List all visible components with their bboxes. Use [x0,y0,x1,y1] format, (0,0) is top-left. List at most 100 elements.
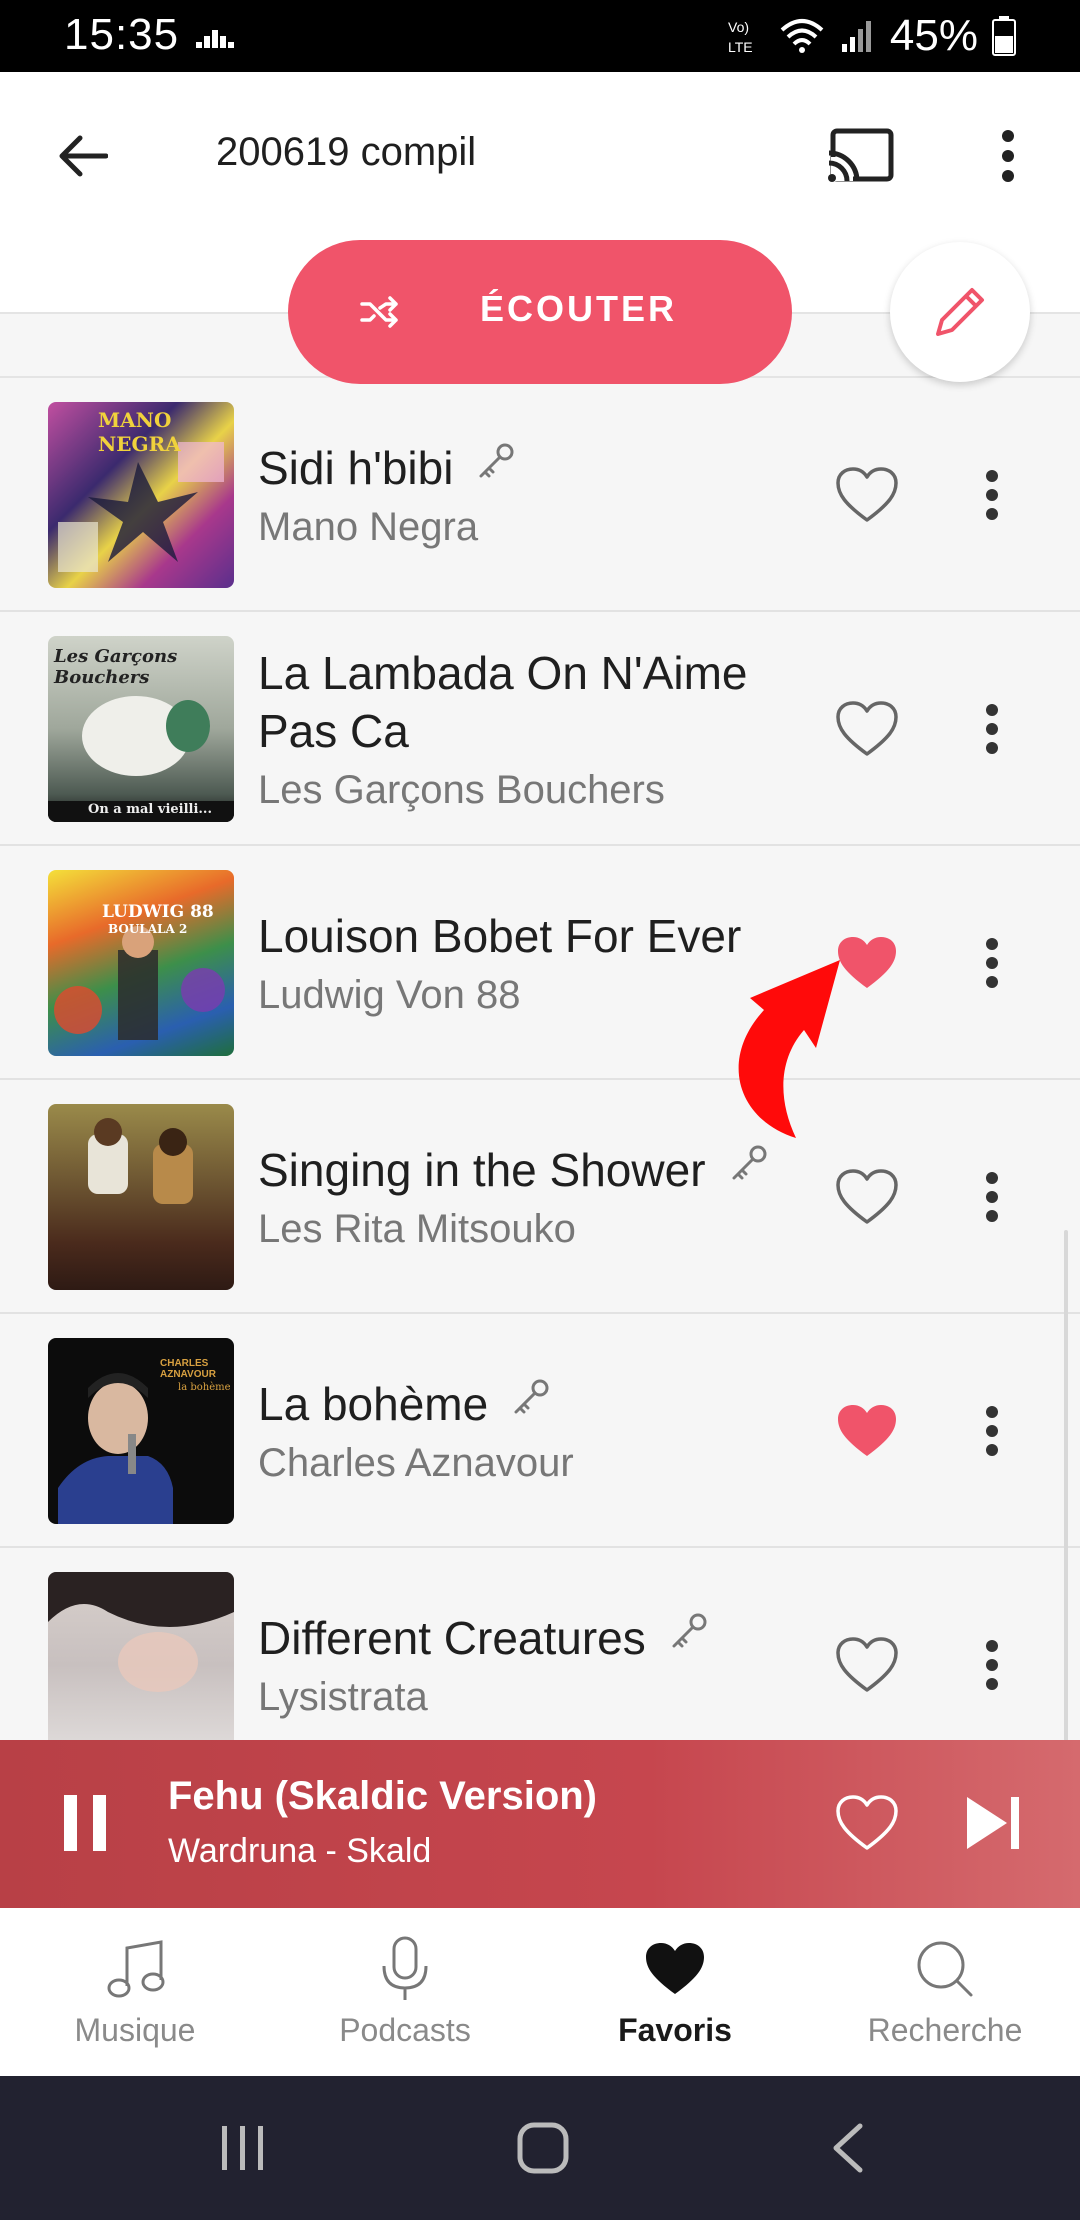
track-list: MANO NEGRA Sidi h'bibi Mano Negra Les Ga… [0,376,1080,1740]
status-icons: Vo) LTE 45% [726,10,1016,62]
track-more-button[interactable] [972,1396,1012,1466]
album-cover [48,1572,234,1740]
list-item[interactable]: Different Creatures Lysistrata [0,1548,1080,1740]
key-icon [672,1613,707,1647]
track-artist: Les Rita Mitsouko [258,1206,576,1251]
track-title: Singing in the Shower [258,1143,706,1196]
cover-subtext: la bohème [178,1382,231,1393]
nav-label: Favoris [618,2012,732,2048]
track-title: La Lambada On N'Aime Pas Ca [258,646,748,757]
heart-outline-icon [836,467,898,522]
nav-item-favorites[interactable]: Favoris [540,1908,810,2076]
now-playing-title: Fehu (Skaldic Version) [168,1774,598,1818]
favorite-button[interactable] [832,1164,902,1230]
cover-text: LUDWIG 88 [102,902,214,922]
signal-icon [841,21,871,52]
skip-next-button[interactable] [962,1792,1024,1854]
heart-outline-icon [836,1637,898,1692]
track-more-button[interactable] [972,694,1012,764]
system-back-button[interactable] [812,2116,882,2180]
battery-icon [992,16,1016,56]
list-item[interactable]: LUDWIG 88 BOULALA 2 Louison Bobet For Ev… [0,846,1080,1080]
system-navigation-bar [0,2076,1080,2220]
cover-art-pattern [88,1118,193,1204]
track-title: La bohème [258,1377,489,1430]
music-note-icon [107,1940,165,1998]
favorite-button[interactable] [832,462,902,528]
status-time: 15:35 [64,10,180,59]
nav-item-podcasts[interactable]: Podcasts [270,1908,540,2076]
track-info: Sidi h'bibi Mano Negra [258,378,818,610]
home-button[interactable] [508,2116,578,2180]
track-info: La Lambada On N'Aime Pas Ca Les Garçons … [258,612,818,844]
page-title: 200619 compil [216,130,477,174]
chevron-left-icon [833,2123,863,2173]
key-icon [479,443,514,477]
mini-player[interactable]: Fehu (Skaldic Version) Wardruna - Skald [0,1740,1080,1908]
listen-shuffle-button[interactable]: ÉCOUTER [288,240,792,384]
status-bar: 15:35 Vo) LTE 45% [0,0,1080,72]
now-playing-subtitle: Wardruna - Skald [168,1832,432,1870]
track-more-button[interactable] [972,460,1012,530]
more-vertical-icon [986,1172,998,1222]
recent-apps-button[interactable] [208,2116,278,2180]
favorite-button[interactable] [832,1398,902,1464]
track-artist: Mano Negra [258,504,479,549]
shuffle-icon [360,296,398,328]
wifi-icon [780,19,824,53]
track-artist: Charles Aznavour [258,1440,574,1485]
volte-icon: Vo) LTE [728,19,753,55]
scrollbar[interactable] [1064,1230,1068,1750]
list-item[interactable]: MANO NEGRA Sidi h'bibi Mano Negra [0,378,1080,612]
cover-text: MANO NEGRA [98,408,181,456]
annotation-arrow-icon [738,960,840,1138]
pause-button[interactable] [60,1790,110,1856]
nav-item-music[interactable]: Musique [0,1908,270,2076]
pause-icon [64,1795,106,1851]
favorite-button[interactable] [832,696,902,762]
search-icon [917,1941,973,1997]
heart-outline-icon [836,1169,898,1224]
track-info: Different Creatures Lysistrata [258,1548,818,1740]
favorite-button[interactable] [832,1632,902,1698]
edit-playlist-button[interactable] [890,242,1030,382]
heart-filled-icon [838,1405,896,1456]
sound-equalizer-icon [196,30,234,48]
more-options-button[interactable] [980,120,1036,192]
heart-outline-icon [836,701,898,756]
track-more-button[interactable] [972,928,1012,998]
list-item[interactable]: CHARLES AZNAVOUR la bohème La bohème Cha… [0,1314,1080,1548]
track-more-button[interactable] [972,1162,1012,1232]
more-vertical-icon [986,938,998,988]
cover-art-pattern [48,1572,234,1692]
back-arrow-icon [59,135,108,177]
list-item[interactable]: Les Garçons Bouchers On a mal vieilli...… [0,612,1080,846]
nav-item-search[interactable]: Recherche [810,1908,1080,2076]
home-icon [517,2122,569,2174]
track-info: La bohème Charles Aznavour [258,1314,818,1546]
heart-outline-icon [836,1795,898,1850]
back-button[interactable] [48,122,116,190]
cover-text: CHARLES AZNAVOUR [160,1358,216,1380]
track-more-button[interactable] [972,1630,1012,1700]
track-title: Different Creatures [258,1611,646,1664]
nav-label: Podcasts [339,2012,471,2048]
listen-label: ÉCOUTER [480,288,678,329]
cast-button[interactable] [822,120,898,192]
more-vertical-icon [1002,130,1014,182]
track-artist: Les Garçons Bouchers [258,767,665,812]
more-vertical-icon [986,470,998,520]
more-vertical-icon [986,704,998,754]
cast-icon [828,128,894,182]
list-item[interactable]: Singing in the Shower Les Rita Mitsouko [0,1080,1080,1314]
cover-text: Les Garçons Bouchers [54,646,178,688]
cover-art-pattern [54,926,225,1040]
key-icon [732,1145,767,1179]
microphone-icon [382,1936,428,2000]
album-cover: LUDWIG 88 BOULALA 2 [48,870,234,1056]
now-playing-favorite-button[interactable] [834,1792,900,1854]
album-cover: MANO NEGRA [48,402,234,588]
track-artist: Lysistrata [258,1674,428,1719]
album-cover: CHARLES AZNAVOUR la bohème [48,1338,234,1524]
key-icon [514,1379,549,1413]
